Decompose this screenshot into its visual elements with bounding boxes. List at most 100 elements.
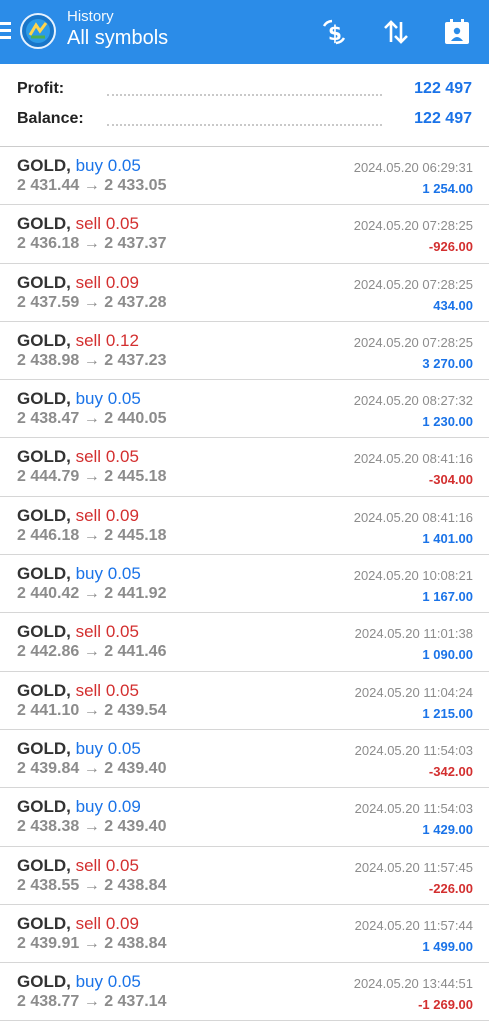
deal-time: 2024.05.20 11:01:38 <box>354 626 473 642</box>
deal-title: GOLD, sell 0.05 <box>17 622 139 642</box>
open-price: 2 442.86 <box>17 643 80 661</box>
deal-row[interactable]: GOLD, buy 0.09 2 438.38 → 2 439.40 2024.05… <box>0 788 489 847</box>
menu-icon[interactable] <box>0 22 12 40</box>
close-price: 2 437.23 <box>104 351 167 369</box>
deal-prices: 2 437.59 → 2 437.28 <box>17 294 166 312</box>
deal-row[interactable]: GOLD, sell 0.05 2 444.79 → 2 445.18 2024.0… <box>0 438 489 497</box>
deal-title: GOLD, sell 0.09 <box>17 914 139 934</box>
open-price: 2 444.79 <box>17 468 80 486</box>
deal-comma: , <box>66 214 71 234</box>
deal-time: 2024.05.20 07:28:25 <box>353 276 473 292</box>
deal-symbol: GOLD <box>17 972 67 992</box>
arrow-right-icon: → <box>83 468 100 486</box>
deal-comma: , <box>66 389 71 409</box>
close-price: 2 439.40 <box>104 818 167 836</box>
deal-prices: 2 438.55 → 2 438.84 <box>17 877 166 895</box>
deal-row[interactable]: GOLD, sell 0.09 2 439.91 → 2 438.84 2024.0… <box>0 905 489 964</box>
deal-side: buy <box>75 797 103 817</box>
deal-title: GOLD, sell 0.12 <box>17 331 139 351</box>
open-price: 2 437.59 <box>17 293 80 311</box>
deal-row[interactable]: GOLD, sell 0.05 2 441.10 → 2 439.54 2024.0… <box>0 672 489 730</box>
deal-prices: 2 446.18 → 2 445.18 <box>17 527 166 545</box>
deal-row[interactable]: GOLD, sell 0.05 2 438.55 → 2 438.84 2024.0… <box>0 847 489 905</box>
deal-time: 2024.05.20 13:44:51 <box>353 976 473 992</box>
deal-comma: , <box>66 156 71 175</box>
deal-side: sell <box>75 680 102 700</box>
deal-row[interactable]: GOLD, sell 0.09 2 446.18 → 2 445.18 2024.0… <box>0 497 489 556</box>
deal-profit: 434.00 <box>433 297 473 313</box>
deal-side: sell <box>75 447 102 467</box>
deal-volume: 0.05 <box>105 680 139 700</box>
deal-title: GOLD, sell 0.05 <box>17 856 139 876</box>
deal-time: 2024.05.20 08:27:32 <box>353 393 473 409</box>
deal-list: GOLD, buy 0.05 2 431.44 → 2 433.05 2024.05… <box>0 147 489 1022</box>
deal-row[interactable]: GOLD, buy 0.05 2 438.77 → 2 437.14 2024.05… <box>0 963 489 1022</box>
deal-time: 2024.05.20 11:57:44 <box>354 917 473 933</box>
open-price: 2 438.38 <box>17 818 80 836</box>
page-title[interactable]: All symbols <box>67 27 168 50</box>
deal-comma: , <box>66 330 71 350</box>
deal-title: GOLD, buy 0.05 <box>17 564 141 584</box>
profit-label: Profit: <box>17 80 71 98</box>
arrow-right-icon: → <box>83 526 100 544</box>
balance-value: 122 497 <box>408 110 472 128</box>
currency-sort-icon[interactable]: $ <box>318 16 350 48</box>
deal-row[interactable]: GOLD, buy 0.05 2 431.44 → 2 433.05 2024.05… <box>0 147 489 206</box>
deal-profit: 1 429.00 <box>422 822 473 838</box>
deal-profit: 1 090.00 <box>422 647 473 663</box>
deal-row[interactable]: GOLD, sell 0.05 2 436.18 → 2 437.37 2024.0… <box>0 205 489 264</box>
deal-symbol: GOLD <box>17 214 67 234</box>
deal-title: GOLD, sell 0.09 <box>17 273 139 293</box>
deal-symbol: GOLD <box>17 330 67 350</box>
close-price: 2 440.05 <box>104 410 167 428</box>
deal-time: 2024.05.20 08:41:16 <box>353 451 473 467</box>
deal-symbol: GOLD <box>17 855 67 875</box>
arrow-right-icon: → <box>83 351 100 369</box>
open-price: 2 431.44 <box>17 177 80 194</box>
open-price: 2 439.91 <box>17 934 80 952</box>
deal-time: 2024.05.20 11:54:03 <box>354 742 473 758</box>
open-price: 2 446.18 <box>17 526 80 544</box>
deal-side: sell <box>75 622 102 642</box>
deal-profit: 3 270.00 <box>422 355 473 371</box>
deal-prices: 2 442.86 → 2 441.46 <box>17 643 166 661</box>
deal-volume: 0.09 <box>105 272 139 292</box>
deal-comma: , <box>66 447 71 467</box>
deal-symbol: GOLD <box>17 505 67 525</box>
deal-time: 2024.05.20 07:28:25 <box>353 218 473 234</box>
deal-row[interactable]: GOLD, buy 0.05 2 440.42 → 2 441.92 2024.05… <box>0 555 489 614</box>
arrow-right-icon: → <box>83 876 100 894</box>
close-price: 2 437.37 <box>104 235 167 253</box>
deal-side: buy <box>75 738 103 758</box>
dotted-leader <box>107 124 382 126</box>
deal-row[interactable]: GOLD, buy 0.05 2 439.84 → 2 439.40 2024.05… <box>0 730 489 789</box>
sort-icon[interactable] <box>380 16 412 48</box>
calendar-icon[interactable] <box>441 16 473 48</box>
deal-time: 2024.05.20 06:29:31 <box>353 160 473 175</box>
deal-row[interactable]: GOLD, sell 0.12 2 438.98 → 2 437.23 2024.0… <box>0 322 489 381</box>
deal-comma: , <box>66 913 71 933</box>
deal-symbol: GOLD <box>17 797 67 817</box>
deal-side: sell <box>75 330 102 350</box>
deal-symbol: GOLD <box>17 913 67 933</box>
close-price: 2 439.40 <box>104 759 167 777</box>
app-bar: History All symbols $ <box>0 0 489 64</box>
deal-prices: 2 441.10 → 2 439.54 <box>17 702 166 720</box>
deal-row[interactable]: GOLD, buy 0.05 2 438.47 → 2 440.05 2024.05… <box>0 380 489 439</box>
deal-row[interactable]: GOLD, sell 0.09 2 437.59 → 2 437.28 2024.0… <box>0 264 489 322</box>
deal-title: GOLD, buy 0.05 <box>17 389 141 409</box>
deal-volume: 0.05 <box>107 564 141 584</box>
deal-title: GOLD, sell 0.09 <box>17 506 139 526</box>
open-price: 2 439.84 <box>17 759 80 777</box>
deal-symbol: GOLD <box>17 389 67 409</box>
deal-profit: 1 499.00 <box>422 938 473 954</box>
open-price: 2 436.18 <box>17 235 80 253</box>
deal-comma: , <box>66 680 71 700</box>
deal-volume: 0.05 <box>107 972 141 992</box>
deal-volume: 0.05 <box>105 447 139 467</box>
deal-side: sell <box>75 913 102 933</box>
arrow-right-icon: → <box>83 585 100 603</box>
deal-prices: 2 436.18 → 2 437.37 <box>17 235 166 253</box>
deal-profit: 1 401.00 <box>422 530 473 546</box>
deal-row[interactable]: GOLD, sell 0.05 2 442.86 → 2 441.46 2024.0… <box>0 613 489 672</box>
